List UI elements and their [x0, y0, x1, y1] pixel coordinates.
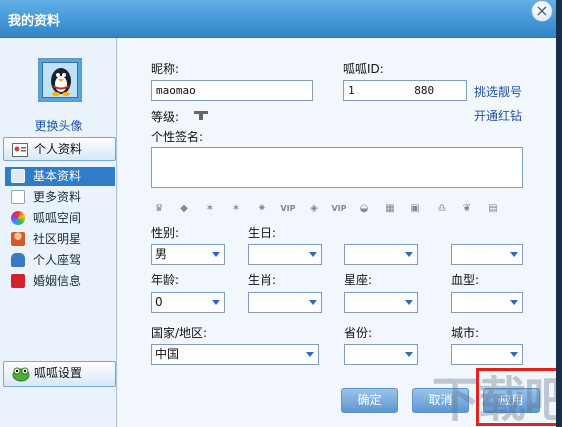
red-diamond-link[interactable]: 开通红钻 [474, 107, 522, 124]
guagua-settings-label: 呱呱设置 [34, 366, 83, 380]
age-value: 0 [155, 295, 163, 309]
blood-type-select[interactable] [451, 292, 523, 313]
sidebar-item-guagua-space[interactable]: 呱呱空间 [5, 209, 115, 228]
gender-select[interactable]: 男 [151, 244, 225, 265]
age-label: 年龄: [151, 273, 180, 287]
car-icon [11, 253, 25, 267]
diamond-icon[interactable]: ◆ [176, 202, 192, 216]
chevron-down-icon [401, 293, 417, 312]
sidebar-item-more-info[interactable]: 更多资料 [5, 188, 115, 207]
constellation-select[interactable] [344, 292, 418, 313]
person-icon [11, 232, 25, 246]
ok-button[interactable]: 确定 [341, 388, 398, 413]
signature-textarea[interactable] [151, 147, 523, 188]
palette-icon [11, 211, 25, 225]
window-title: 我的资料 [8, 14, 61, 29]
chevron-down-icon [401, 345, 417, 364]
sidebar-item-label: 基本资料 [33, 169, 82, 183]
sidebar-item-community-star[interactable]: 社区明星 [5, 230, 115, 249]
province-select[interactable] [344, 344, 418, 365]
sidebar-item-label: 个人座驾 [33, 253, 82, 267]
blood-type-label: 血型: [451, 273, 480, 287]
chevron-down-icon [302, 345, 318, 364]
sidebar-item-marriage-info[interactable]: 婚姻信息 [5, 272, 115, 291]
chevron-down-icon [506, 293, 522, 312]
crown-icon[interactable]: ♛ [151, 202, 167, 216]
sidebar: 更换头像 个人资料 基本资料 更多资料 呱呱空间 社区明星 个人座驾 婚姻信息 … [0, 38, 117, 427]
frog-icon [12, 366, 30, 382]
chevron-down-icon [305, 245, 321, 264]
signature-label: 个性签名: [151, 130, 204, 144]
bell-icon[interactable]: ♎ [434, 202, 450, 216]
vip-icon[interactable]: VIP [278, 202, 298, 216]
star-icon[interactable]: ✶ [202, 202, 218, 216]
sidebar-item-label: 婚姻信息 [33, 274, 82, 288]
chevron-down-icon [506, 245, 522, 264]
chevron-down-icon [401, 245, 417, 264]
close-icon: × [535, 1, 549, 20]
window-edge [556, 0, 562, 427]
close-button[interactable]: × [531, 0, 553, 22]
level-label: 等级: [151, 110, 180, 124]
flag-icon[interactable]: ▣ [407, 202, 423, 216]
constellation-label: 星座: [344, 273, 373, 287]
age-select[interactable]: 0 [151, 292, 225, 313]
box-icon[interactable]: ▤ [485, 202, 501, 216]
grid-icon[interactable]: ▦ [382, 202, 398, 216]
chevron-down-icon [208, 245, 224, 264]
sidebar-item-personal-car[interactable]: 个人座驾 [5, 251, 115, 270]
document-icon [11, 190, 25, 204]
star-icon[interactable]: ✶ [228, 202, 244, 216]
my-profile-window: 我的资料 × 更换头像 个人资料 基本资料 更多资料 呱呱空间 社区明星 个人座… [0, 0, 562, 427]
level-icon [194, 109, 208, 120]
country-value: 中国 [155, 347, 180, 361]
id-card-icon [11, 169, 25, 183]
zodiac-select[interactable] [248, 292, 322, 313]
gem-icon[interactable]: ◈ [306, 202, 322, 216]
city-label: 城市: [451, 326, 480, 340]
personal-info-section-button[interactable]: 个人资料 [3, 137, 116, 161]
province-label: 省份: [344, 326, 373, 340]
birthday-year-select[interactable] [248, 244, 322, 265]
birthday-day-select[interactable] [451, 244, 523, 265]
gender-label: 性别: [151, 226, 180, 240]
country-label: 国家/地区: [151, 326, 208, 340]
birthday-label: 生日: [248, 226, 277, 240]
change-avatar-link[interactable]: 更换头像 [0, 117, 117, 134]
personal-info-label: 个人资料 [34, 142, 83, 156]
title-bar[interactable]: 我的资料 × [0, 0, 560, 38]
guagua-id-input[interactable]: 1 880 [343, 80, 467, 101]
id-card-icon [12, 142, 28, 157]
zodiac-label: 生肖: [248, 273, 277, 287]
nickname-input[interactable]: maomao [151, 80, 313, 101]
sidebar-item-label: 社区明星 [33, 232, 82, 246]
chevron-down-icon [305, 293, 321, 312]
star-icon[interactable]: ✷ [254, 202, 270, 216]
country-select[interactable]: 中国 [151, 344, 319, 365]
vip-icon[interactable]: VIP [329, 202, 349, 216]
marriage-icon [11, 274, 25, 288]
ingot-icon[interactable]: ◒ [356, 202, 372, 216]
chevron-down-icon [208, 293, 224, 312]
heart-icon[interactable]: ❦ [459, 202, 475, 216]
watermark: 下载吧 [432, 372, 562, 427]
guagua-settings-section-button[interactable]: 呱呱设置 [3, 361, 116, 387]
sidebar-item-label: 呱呱空间 [33, 211, 82, 225]
gender-value: 男 [155, 247, 168, 261]
sidebar-item-basic-info[interactable]: 基本资料 [5, 167, 115, 186]
penguin-avatar-icon [42, 62, 78, 98]
nickname-label: 昵称: [151, 62, 180, 76]
pick-number-link[interactable]: 挑选靓号 [474, 83, 522, 100]
avatar[interactable] [38, 58, 82, 102]
birthday-month-select[interactable] [344, 244, 418, 265]
sidebar-item-label: 更多资料 [33, 190, 82, 204]
guagua-id-label: 呱呱ID: [343, 62, 384, 76]
